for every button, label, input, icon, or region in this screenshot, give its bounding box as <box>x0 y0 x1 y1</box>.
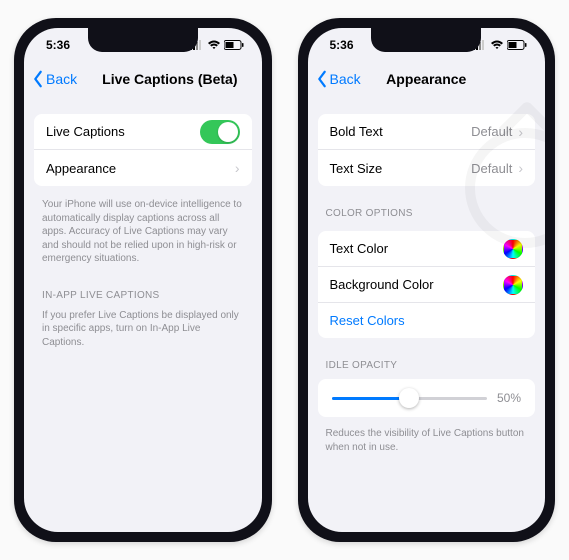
nav-bar: Back Live Captions (Beta) <box>24 62 262 96</box>
row-label: Text Size <box>330 161 383 176</box>
section-idle-opacity: IDLE OPACITY <box>308 346 546 375</box>
status-indicators <box>473 40 527 50</box>
row-label: Reset Colors <box>330 313 405 328</box>
row-live-captions[interactable]: Live Captions <box>34 114 252 150</box>
toggle-live-captions[interactable] <box>200 120 240 144</box>
chevron-right-icon: › <box>518 160 523 176</box>
back-label: Back <box>330 71 361 87</box>
row-label: Appearance <box>46 161 116 176</box>
notch <box>88 28 198 52</box>
status-indicators <box>190 40 244 50</box>
row-label: Text Color <box>330 241 389 256</box>
status-time: 5:36 <box>330 38 354 52</box>
color-swatch-icon <box>503 275 523 295</box>
slider-thumb[interactable] <box>399 388 419 408</box>
row-bold-text[interactable]: Bold Text Default › <box>318 114 536 150</box>
page-title: Live Captions (Beta) <box>102 71 237 87</box>
section-color-options: COLOR OPTIONS <box>308 194 546 223</box>
opacity-value: 50% <box>497 391 521 405</box>
footer-idle-opacity: Reduces the visibility of Live Captions … <box>308 423 546 464</box>
back-label: Back <box>46 71 77 87</box>
row-text-size[interactable]: Text Size Default › <box>318 150 536 186</box>
phone-right: 5:36 Back Appearance Bold Text Default <box>298 18 556 542</box>
row-label: Live Captions <box>46 124 125 139</box>
row-idle-opacity-slider: 50% <box>318 379 536 417</box>
footer-in-app: If you prefer Live Captions be displayed… <box>24 305 262 360</box>
row-appearance[interactable]: Appearance › <box>34 150 252 186</box>
notch <box>371 28 481 52</box>
row-background-color[interactable]: Background Color <box>318 267 536 303</box>
back-button[interactable]: Back <box>316 70 361 88</box>
status-time: 5:36 <box>46 38 70 52</box>
phone-left: 5:36 Back Live Captions (Beta) Live Capt… <box>14 18 272 542</box>
settings-group-color: Text Color Background Color Reset Colors <box>318 231 536 338</box>
color-swatch-icon <box>503 239 523 259</box>
back-button[interactable]: Back <box>32 70 77 88</box>
settings-group-text: Bold Text Default › Text Size Default › <box>318 114 536 186</box>
chevron-right-icon: › <box>235 160 240 176</box>
row-label: Background Color <box>330 277 434 292</box>
row-reset-colors[interactable]: Reset Colors <box>318 303 536 338</box>
settings-group-main: Live Captions Appearance › <box>34 114 252 186</box>
section-in-app: IN-APP LIVE CAPTIONS <box>24 276 262 305</box>
row-value: Default <box>471 161 512 176</box>
nav-bar: Back Appearance <box>308 62 546 96</box>
opacity-slider[interactable] <box>332 397 487 400</box>
page-title: Appearance <box>386 71 466 87</box>
row-value: Default <box>471 124 512 139</box>
footer-caption-accuracy: Your iPhone will use on-device intellige… <box>24 194 262 276</box>
chevron-right-icon: › <box>518 124 523 140</box>
row-label: Bold Text <box>330 124 383 139</box>
row-text-color[interactable]: Text Color <box>318 231 536 267</box>
